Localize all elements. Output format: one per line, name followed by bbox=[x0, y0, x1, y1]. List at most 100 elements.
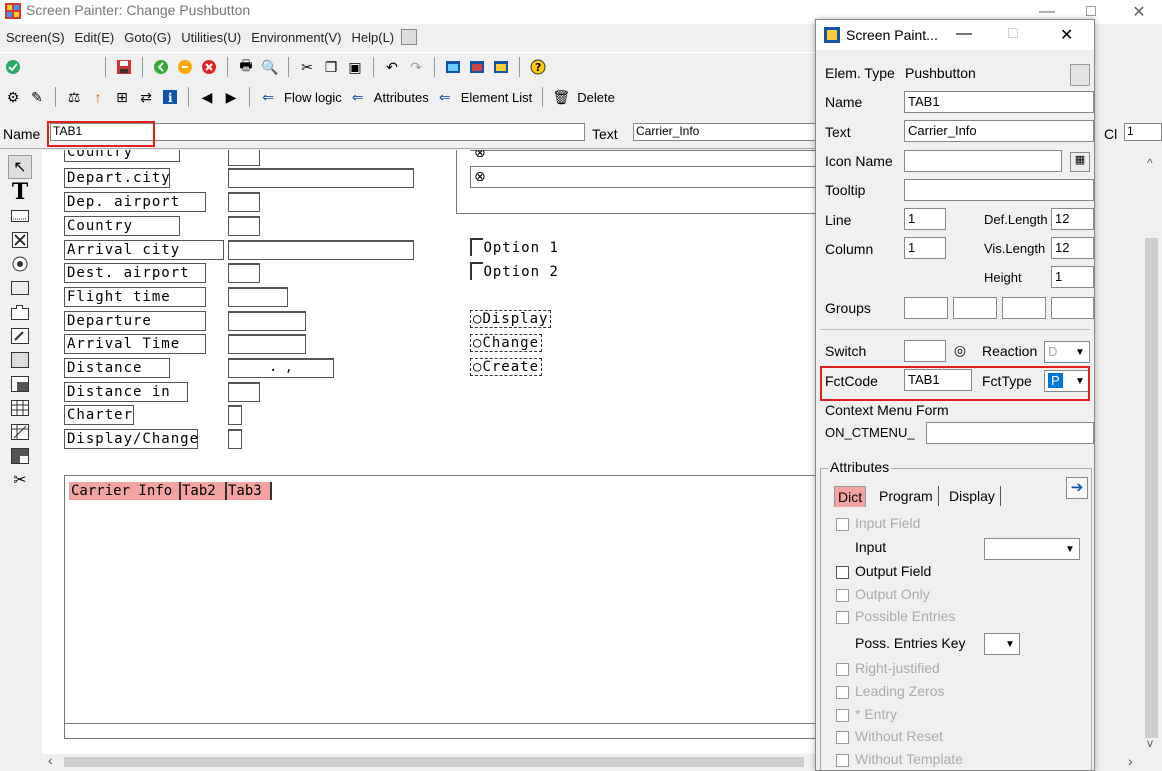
tabstrip-tool-icon[interactable] bbox=[9, 301, 31, 323]
icon-picker-icon[interactable]: ▦ bbox=[1070, 152, 1090, 172]
input-distance-in[interactable] bbox=[228, 382, 260, 402]
label-distance-in[interactable]: Distance in bbox=[64, 382, 188, 402]
label-dest-airport[interactable]: Dest. airport bbox=[64, 263, 206, 283]
input-dep-airport[interactable] bbox=[228, 192, 260, 212]
table-wizard-icon[interactable] bbox=[9, 421, 31, 443]
elem-type-button[interactable] bbox=[1070, 64, 1090, 86]
group-3-input[interactable] bbox=[1002, 297, 1046, 319]
input-distance[interactable]: . , bbox=[228, 358, 334, 378]
icon-name-input[interactable] bbox=[904, 150, 1062, 172]
save-icon[interactable] bbox=[115, 58, 133, 76]
input-departure[interactable] bbox=[228, 311, 306, 331]
custom-control-tool-icon[interactable] bbox=[9, 445, 31, 467]
leading-zeros-checkbox[interactable] bbox=[836, 686, 849, 699]
previous-icon[interactable]: ◀ bbox=[198, 88, 216, 106]
vertical-scroll-thumb[interactable] bbox=[1145, 238, 1158, 738]
menu-environment[interactable]: Environment(V) bbox=[251, 30, 341, 45]
tabstrip-wizard-icon[interactable] bbox=[9, 325, 31, 347]
input-dest-airport[interactable] bbox=[228, 263, 260, 283]
vertical-scrollbar[interactable]: ^ v bbox=[1140, 150, 1162, 755]
undo-icon[interactable]: ↶ bbox=[383, 58, 401, 76]
input-field-checkbox[interactable] bbox=[836, 518, 849, 531]
transfer-icon[interactable]: ⇄ bbox=[137, 88, 155, 106]
toggle-icon[interactable]: ⚙ bbox=[4, 88, 22, 106]
status-icon-tool-icon[interactable]: ✂ bbox=[9, 469, 31, 491]
dialog-close-button[interactable]: ✕ bbox=[1060, 25, 1073, 45]
text-tool-icon[interactable]: T bbox=[9, 179, 31, 205]
attributes-forward-icon[interactable]: ➔ bbox=[1066, 477, 1088, 499]
label-arrival-time[interactable]: Arrival Time bbox=[64, 334, 206, 354]
radio-change[interactable]: ○Change bbox=[470, 334, 543, 352]
switch-toggle-icon[interactable]: ◎ bbox=[951, 342, 969, 360]
hierarchy-icon[interactable]: ⚖ bbox=[65, 88, 83, 106]
mark-icon[interactable]: ↑ bbox=[89, 88, 107, 106]
layout-menu-icon[interactable] bbox=[401, 29, 418, 45]
radio-create[interactable]: ○Create bbox=[470, 358, 543, 376]
right-justified-checkbox[interactable] bbox=[836, 663, 849, 676]
table-control-tool-icon[interactable] bbox=[9, 397, 31, 419]
star-entry-checkbox[interactable] bbox=[836, 709, 849, 722]
tab-program[interactable]: Program bbox=[874, 486, 939, 506]
label-flight-time[interactable]: Flight time bbox=[64, 287, 206, 307]
input-country[interactable] bbox=[228, 216, 260, 236]
tab-tab2[interactable]: Tab2 bbox=[179, 482, 226, 500]
enter-icon[interactable] bbox=[4, 58, 22, 76]
cut-icon[interactable]: ✂ bbox=[298, 58, 316, 76]
layout-1-icon[interactable] bbox=[444, 58, 462, 76]
dialog-maximize-button[interactable]: □ bbox=[1008, 25, 1018, 43]
cancel-icon[interactable] bbox=[200, 58, 218, 76]
output-field-checkbox[interactable] bbox=[836, 566, 849, 579]
scroll-down-icon[interactable]: v bbox=[1147, 736, 1153, 750]
layout-2-icon[interactable] bbox=[468, 58, 486, 76]
element-list-button[interactable]: Element List bbox=[461, 90, 533, 105]
radio-tool-icon[interactable] bbox=[9, 253, 31, 275]
switch-input[interactable] bbox=[904, 340, 946, 362]
print-icon[interactable]: 🖶 bbox=[237, 57, 255, 76]
screen-canvas[interactable]: Country Depart.city Dep. airport Country… bbox=[42, 150, 817, 755]
group-4-input[interactable] bbox=[1051, 297, 1094, 319]
layout-icon[interactable]: ⊞ bbox=[113, 88, 131, 106]
info-icon[interactable]: i bbox=[161, 88, 179, 106]
display-change-icon[interactable]: ✎ bbox=[28, 88, 46, 106]
vis-length-input[interactable]: 12 bbox=[1051, 237, 1094, 259]
menu-utilities[interactable]: Utilities(U) bbox=[181, 30, 241, 45]
checkbox-option-1[interactable]: Option 1 bbox=[470, 238, 559, 256]
cl-input[interactable]: 1 bbox=[1124, 123, 1162, 141]
column-input[interactable]: 1 bbox=[904, 237, 946, 259]
pushbutton-tool-icon[interactable] bbox=[9, 277, 31, 299]
close-button[interactable]: ✕ bbox=[1116, 0, 1162, 24]
input-charter[interactable] bbox=[228, 405, 242, 425]
dialog-minimize-button[interactable]: — bbox=[956, 25, 972, 43]
group-2-input[interactable] bbox=[953, 297, 997, 319]
tooltip-input[interactable] bbox=[904, 179, 1094, 201]
delete-button[interactable]: Delete bbox=[577, 90, 615, 105]
checkbox-tool-icon[interactable] bbox=[9, 229, 31, 251]
exit-icon[interactable] bbox=[176, 58, 194, 76]
horizontal-scroll-thumb[interactable] bbox=[64, 757, 804, 767]
paste-icon[interactable]: ▣ bbox=[346, 58, 364, 76]
label-distance[interactable]: Distance bbox=[64, 358, 170, 378]
scroll-left-icon[interactable]: ‹ bbox=[48, 752, 53, 768]
menu-screen[interactable]: Screen(S) bbox=[6, 30, 65, 45]
label-departure[interactable]: Departure bbox=[64, 311, 206, 331]
menu-edit[interactable]: Edit(E) bbox=[75, 30, 115, 45]
label-depart-city[interactable]: Depart.city bbox=[64, 168, 170, 188]
label-country[interactable]: Country bbox=[64, 216, 180, 236]
reaction-dropdown-icon[interactable]: ▼ bbox=[1072, 342, 1088, 362]
input-arrival-city[interactable] bbox=[228, 240, 414, 260]
horizontal-scrollbar[interactable]: ‹ bbox=[42, 752, 817, 769]
attributes-button[interactable]: Attributes bbox=[374, 90, 429, 105]
copy-icon[interactable]: ❐ bbox=[322, 58, 340, 76]
next-icon[interactable]: ▶ bbox=[222, 88, 240, 106]
input-flight-time[interactable] bbox=[228, 287, 288, 307]
menu-help[interactable]: Help(L) bbox=[352, 30, 395, 45]
output-only-checkbox[interactable] bbox=[836, 589, 849, 602]
find-icon[interactable]: 🔍 bbox=[261, 58, 279, 76]
radio-display[interactable]: ○Display bbox=[470, 310, 552, 328]
height-input[interactable]: 1 bbox=[1051, 266, 1094, 288]
scroll-up-icon[interactable]: ^ bbox=[1147, 156, 1153, 170]
back-icon[interactable] bbox=[152, 58, 170, 76]
subscreen-tool-icon[interactable] bbox=[9, 373, 31, 395]
input-depart-city[interactable] bbox=[228, 168, 414, 188]
input-arrival-time[interactable] bbox=[228, 334, 306, 354]
